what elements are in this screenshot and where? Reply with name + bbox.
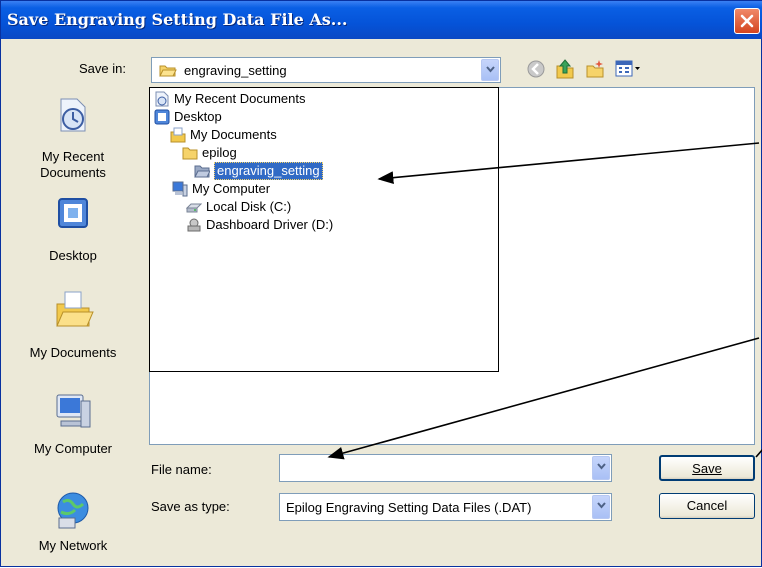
chevron-down-icon bbox=[597, 463, 606, 470]
recent-documents-icon bbox=[60, 98, 86, 132]
place-my-computer[interactable]: My Computer bbox=[7, 391, 139, 466]
place-label: Desktop bbox=[49, 248, 97, 263]
my-network-icon bbox=[57, 492, 89, 529]
save-as-type-label: Save as type: bbox=[151, 499, 230, 514]
close-button[interactable] bbox=[734, 8, 760, 34]
back-icon[interactable] bbox=[527, 60, 545, 78]
callout-arrow-save bbox=[755, 448, 762, 458]
desktop-icon bbox=[154, 109, 170, 125]
views-menu-icon[interactable] bbox=[615, 59, 641, 79]
folder-icon bbox=[182, 147, 198, 160]
chevron-down-icon bbox=[597, 502, 606, 509]
place-my-network[interactable]: My Network bbox=[7, 488, 139, 558]
save-in-combobox[interactable]: engraving_setting bbox=[151, 57, 501, 83]
save-button[interactable]: Save bbox=[659, 455, 755, 481]
place-my-documents[interactable]: My Documents bbox=[7, 288, 139, 368]
close-icon bbox=[740, 14, 754, 28]
place-label: My Network bbox=[38, 538, 108, 553]
place-label: My Computer bbox=[33, 441, 113, 456]
save-as-type-dropdown-button[interactable] bbox=[592, 495, 610, 519]
my-computer-icon bbox=[172, 181, 188, 197]
save-in-value: engraving_setting bbox=[184, 63, 287, 78]
open-folder-icon bbox=[159, 65, 177, 77]
file-name-dropdown-button[interactable] bbox=[592, 456, 610, 480]
places-bar: My RecentDocuments Desktop My Documents bbox=[7, 83, 139, 558]
up-folder-icon[interactable] bbox=[555, 58, 575, 80]
title-bar[interactable]: Save Engraving Setting Data File As... bbox=[1, 1, 762, 39]
desktop-icon bbox=[58, 198, 88, 228]
window-title: Save Engraving Setting Data File As... bbox=[7, 10, 348, 29]
save-in-label: Save in: bbox=[79, 61, 126, 76]
save-in-dropdown-list: My Recent Documents Desktop My Documents… bbox=[149, 87, 499, 372]
place-my-recent-documents[interactable]: My Recent Documents bbox=[7, 95, 139, 185]
my-documents-icon bbox=[170, 127, 186, 143]
save-dialog-window: Save Engraving Setting Data File As... S… bbox=[0, 0, 762, 567]
place-label: My Documents bbox=[29, 345, 117, 360]
place-desktop[interactable]: Desktop bbox=[7, 193, 139, 268]
my-computer-icon bbox=[56, 394, 91, 428]
save-in-dropdown-button[interactable] bbox=[481, 59, 499, 81]
file-name-label: File name: bbox=[151, 462, 212, 477]
new-folder-icon[interactable] bbox=[585, 59, 605, 79]
removable-drive-icon bbox=[187, 218, 201, 232]
save-as-type-combobox[interactable]: Epilog Engraving Setting Data Files (.DA… bbox=[279, 493, 612, 521]
place-label: My Recent Documents bbox=[40, 149, 106, 180]
open-folder-icon bbox=[194, 165, 210, 178]
save-as-type-value: Epilog Engraving Setting Data Files (.DA… bbox=[286, 500, 532, 515]
my-documents-icon bbox=[56, 291, 94, 327]
local-disk-icon bbox=[186, 203, 202, 213]
chevron-down-icon bbox=[486, 66, 495, 73]
cancel-button[interactable]: Cancel bbox=[659, 493, 755, 519]
file-name-combobox[interactable] bbox=[279, 454, 612, 482]
recent-documents-icon bbox=[155, 91, 169, 107]
